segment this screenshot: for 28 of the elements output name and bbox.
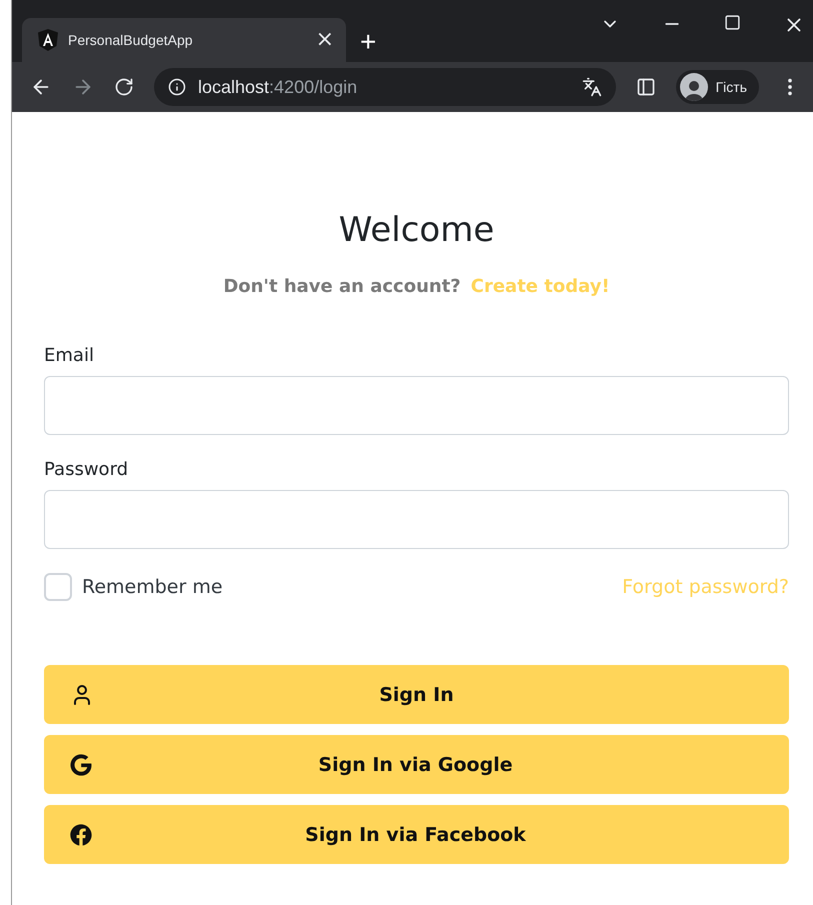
field-label: Email: [44, 345, 95, 366]
remember-checkbox[interactable]: [44, 573, 72, 601]
close-tab-button[interactable]: ×: [316, 29, 334, 51]
side-panel-icon[interactable]: [636, 77, 656, 97]
new-tab-button[interactable]: +: [360, 28, 376, 56]
url-path: :4200/login: [269, 76, 358, 98]
tab-title: PersonalBudgetApp: [68, 32, 194, 48]
angular-logo-icon: [38, 29, 58, 51]
avatar-icon: [680, 73, 708, 101]
address-bar[interactable]: localhost:4200/login: [154, 68, 616, 106]
url-host: localhost: [198, 76, 270, 98]
sign-in-button[interactable]: Sign In via Google: [44, 735, 789, 794]
browser-tab[interactable]: PersonalBudgetApp ×: [22, 18, 346, 62]
google-icon: [70, 754, 92, 776]
sign-in-button[interactable]: Sign In: [44, 665, 789, 724]
input-field[interactable]: [44, 490, 789, 549]
field-label: Password: [44, 459, 130, 480]
info-icon[interactable]: [168, 78, 186, 96]
input-field[interactable]: [44, 376, 789, 435]
facebook-icon: [70, 824, 92, 846]
page-title: Welcome: [338, 210, 496, 250]
reload-icon[interactable]: [114, 77, 134, 97]
translate-icon[interactable]: [582, 77, 602, 97]
signup-prompt: Don't have an account?: [223, 276, 461, 297]
sign-in-button[interactable]: Sign In via Facebook: [44, 805, 789, 864]
maximize-icon[interactable]: [724, 14, 741, 31]
remember-label: Remember me: [82, 576, 223, 598]
profile-button[interactable]: Гість: [676, 70, 759, 104]
